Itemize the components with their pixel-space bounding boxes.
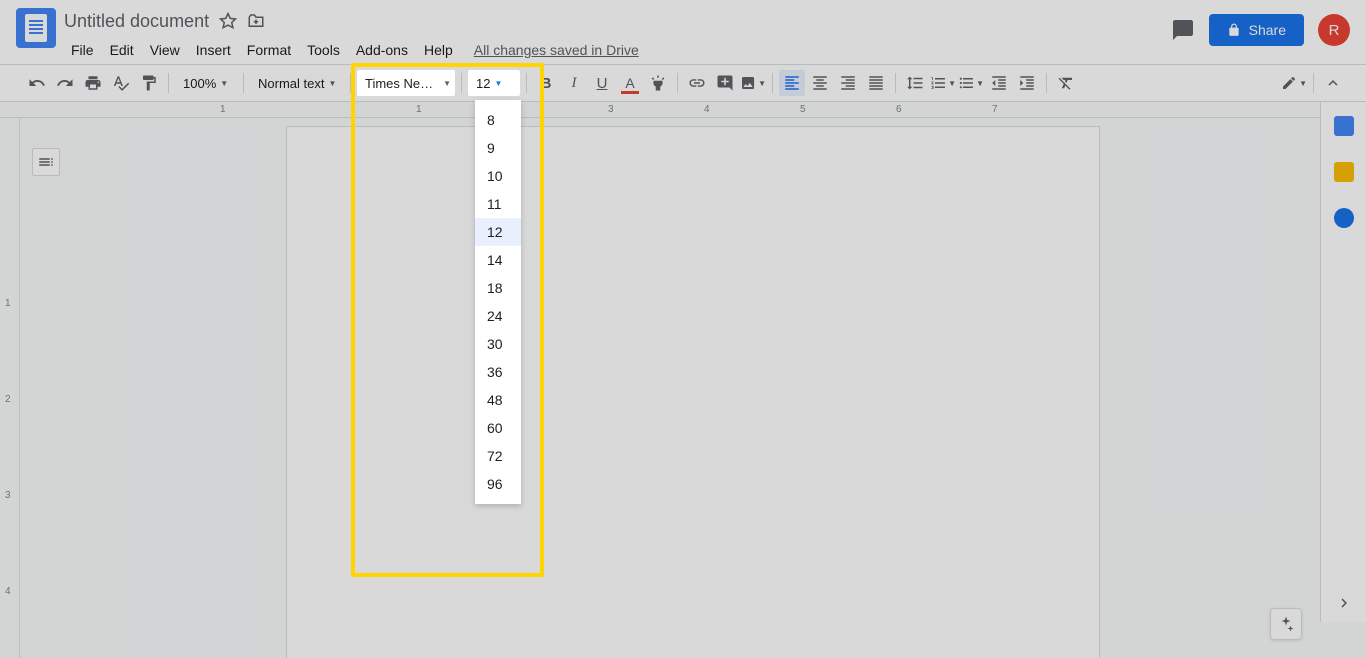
font-size-option[interactable]: 48	[475, 386, 521, 414]
vertical-ruler: 1 2 3 4	[0, 118, 20, 658]
vruler-mark: 1	[5, 298, 11, 309]
ruler-mark: 7	[992, 104, 998, 115]
explore-button[interactable]	[1270, 608, 1302, 640]
menu-view[interactable]: View	[143, 38, 187, 62]
font-size-option[interactable]: 72	[475, 442, 521, 470]
clear-formatting-button[interactable]	[1053, 70, 1079, 96]
text-color-button[interactable]: A	[617, 70, 643, 96]
vruler-mark: 4	[5, 586, 11, 597]
line-spacing-button[interactable]	[902, 70, 928, 96]
font-size-option[interactable]: 8	[475, 106, 521, 134]
menu-file[interactable]: File	[64, 38, 101, 62]
tasks-icon[interactable]	[1334, 208, 1354, 228]
outline-button[interactable]	[32, 148, 60, 176]
bold-button[interactable]: B	[533, 70, 559, 96]
side-panel	[1320, 102, 1366, 622]
font-size-option[interactable]: 9	[475, 134, 521, 162]
chevron-right-icon[interactable]	[1335, 594, 1353, 612]
increase-indent-button[interactable]	[1014, 70, 1040, 96]
horizontal-ruler: 1 1 2 3 4 5 6 7	[0, 102, 1366, 118]
drive-status[interactable]: All changes saved in Drive	[474, 42, 639, 58]
menu-format[interactable]: Format	[240, 38, 298, 62]
ruler-mark: 1	[416, 104, 422, 115]
font-family-dropdown[interactable]: Times New...▼	[357, 70, 455, 96]
menu-tools[interactable]: Tools	[300, 38, 347, 62]
paint-format-button[interactable]	[136, 70, 162, 96]
size-value: 12	[476, 76, 490, 91]
menu-insert[interactable]: Insert	[189, 38, 238, 62]
keep-icon[interactable]	[1334, 162, 1354, 182]
move-icon[interactable]	[247, 12, 265, 30]
align-left-button[interactable]	[779, 70, 805, 96]
font-size-dropdown[interactable]: 12▼	[468, 70, 520, 96]
calendar-icon[interactable]	[1334, 116, 1354, 136]
font-size-option[interactable]: 60	[475, 414, 521, 442]
numbered-list-button[interactable]: ▼	[930, 70, 956, 96]
align-justify-button[interactable]	[863, 70, 889, 96]
account-avatar[interactable]: R	[1318, 14, 1350, 46]
insert-link-button[interactable]	[684, 70, 710, 96]
menu-addons[interactable]: Add-ons	[349, 38, 415, 62]
vruler-mark: 2	[5, 394, 11, 405]
star-icon[interactable]	[219, 12, 237, 30]
font-size-option[interactable]: 10	[475, 162, 521, 190]
spellcheck-button[interactable]	[108, 70, 134, 96]
font-size-option[interactable]: 36	[475, 358, 521, 386]
ruler-mark: 6	[896, 104, 902, 115]
comments-icon[interactable]	[1171, 18, 1195, 42]
style-value: Normal text	[258, 76, 324, 91]
font-size-option[interactable]: 14	[475, 246, 521, 274]
font-size-option[interactable]: 96	[475, 470, 521, 498]
editing-mode-button[interactable]: ▼	[1281, 70, 1307, 96]
highlight-button[interactable]	[645, 70, 671, 96]
print-button[interactable]	[80, 70, 106, 96]
bulleted-list-button[interactable]: ▼	[958, 70, 984, 96]
share-label: Share	[1249, 22, 1286, 38]
vruler-mark: 3	[5, 490, 11, 501]
ruler-mark: 5	[800, 104, 806, 115]
menu-edit[interactable]: Edit	[103, 38, 141, 62]
font-value: Times New...	[365, 76, 439, 91]
font-size-option[interactable]: 18	[475, 274, 521, 302]
underline-button[interactable]: U	[589, 70, 615, 96]
ruler-mark: 4	[704, 104, 710, 115]
ruler-mark: 1	[220, 104, 226, 115]
font-size-option[interactable]: 24	[475, 302, 521, 330]
zoom-dropdown[interactable]: 100%▼	[175, 70, 237, 96]
insert-comment-button[interactable]	[712, 70, 738, 96]
font-size-option[interactable]: 12	[475, 218, 521, 246]
italic-button[interactable]: I	[561, 70, 587, 96]
hide-menus-button[interactable]	[1320, 70, 1346, 96]
undo-button[interactable]	[24, 70, 50, 96]
share-button[interactable]: Share	[1209, 14, 1304, 46]
font-size-menu: 8 9 10 11 12 14 18 24 30 36 48 60 72 96	[475, 100, 521, 504]
document-title[interactable]: Untitled document	[64, 11, 209, 32]
align-right-button[interactable]	[835, 70, 861, 96]
zoom-value: 100%	[183, 76, 216, 91]
font-size-option[interactable]: 11	[475, 190, 521, 218]
align-center-button[interactable]	[807, 70, 833, 96]
decrease-indent-button[interactable]	[986, 70, 1012, 96]
insert-image-button[interactable]: ▼	[740, 70, 766, 96]
font-size-option[interactable]: 30	[475, 330, 521, 358]
menu-help[interactable]: Help	[417, 38, 460, 62]
document-page[interactable]	[286, 126, 1100, 658]
ruler-mark: 3	[608, 104, 614, 115]
redo-button[interactable]	[52, 70, 78, 96]
paragraph-style-dropdown[interactable]: Normal text▼	[250, 70, 344, 96]
docs-logo[interactable]	[16, 8, 56, 48]
